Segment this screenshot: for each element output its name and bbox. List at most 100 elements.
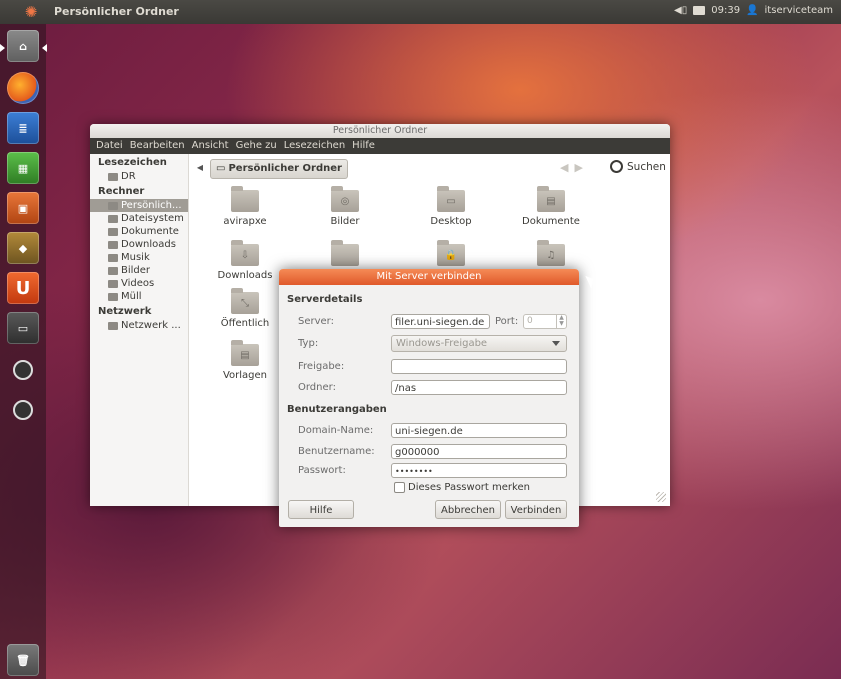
folder-item[interactable]: 🔒 bbox=[416, 240, 486, 270]
window-title: Persönlicher Ordner bbox=[90, 124, 670, 138]
sidebar-item-videos[interactable]: Videos bbox=[90, 277, 188, 290]
breadcrumb-left-icon[interactable]: ◀ bbox=[194, 160, 206, 176]
sidebar-item-network[interactable]: Netzwerk ... bbox=[90, 319, 188, 332]
firefox-icon[interactable] bbox=[7, 72, 39, 104]
downloads-folder-icon: ⇩ bbox=[231, 240, 259, 266]
menu-gehe-zu[interactable]: Gehe zu bbox=[236, 138, 277, 154]
password-input[interactable]: •••••••• bbox=[391, 463, 567, 478]
software-center-icon[interactable]: ◆ bbox=[7, 232, 39, 264]
sidebar-item-home[interactable]: Persönlich... bbox=[90, 199, 188, 212]
type-label: Typ: bbox=[298, 338, 319, 349]
nav-arrows: ◀▶ bbox=[560, 161, 589, 174]
remember-password-checkbox[interactable]: Dieses Passwort merken bbox=[394, 482, 530, 493]
spinner-arrows-icon[interactable]: ▲ ▼ bbox=[556, 315, 566, 328]
folder-item[interactable] bbox=[310, 240, 380, 270]
magnifier-icon[interactable] bbox=[7, 354, 39, 386]
sidebar-item-documents[interactable]: Dokumente bbox=[90, 225, 188, 238]
help-button[interactable]: Hilfe bbox=[288, 500, 354, 519]
ubuntu-one-icon[interactable]: U bbox=[7, 272, 39, 304]
forward-arrow-icon[interactable]: ▶ bbox=[574, 161, 588, 174]
user-name[interactable]: itserviceteam bbox=[765, 5, 833, 16]
music-folder-icon: ♫ bbox=[537, 240, 565, 266]
impress-icon[interactable]: ▣ bbox=[7, 192, 39, 224]
section-user-details: Benutzerangaben bbox=[287, 404, 387, 415]
folder-icon bbox=[108, 266, 118, 275]
home-icon bbox=[108, 201, 118, 210]
sidebar-item-trash[interactable]: Müll bbox=[90, 290, 188, 303]
folder-item[interactable]: ⇩ Downloads bbox=[210, 240, 280, 281]
sidebar-item-downloads[interactable]: Downloads bbox=[90, 238, 188, 251]
desktop-folder-icon: ▭ bbox=[437, 186, 465, 212]
sidebar-item-pictures[interactable]: Bilder bbox=[90, 264, 188, 277]
home-folder-icon[interactable]: ⌂ bbox=[7, 30, 39, 62]
launcher: ⌂ ≣ ▦ ▣ ◆ U ▭ 🗑 bbox=[0, 24, 47, 679]
dialog-title: Mit Server verbinden bbox=[279, 269, 579, 285]
folder-item[interactable]: ⤡ Öffentlich bbox=[210, 288, 280, 329]
folder-item[interactable]: ◎ Bilder bbox=[310, 186, 380, 227]
port-label: Port: bbox=[495, 316, 519, 327]
folder-item[interactable]: ♫ bbox=[516, 240, 586, 270]
share-label: Freigabe: bbox=[298, 361, 345, 372]
folder-icon bbox=[108, 240, 118, 249]
magnifier-settings-icon[interactable] bbox=[7, 394, 39, 426]
folder-input[interactable]: /nas bbox=[391, 380, 567, 395]
search-button[interactable]: Suchen bbox=[610, 160, 666, 173]
calc-icon[interactable]: ▦ bbox=[7, 152, 39, 184]
port-spinner[interactable]: 0 ▲ ▼ bbox=[523, 314, 567, 329]
folder-item[interactable]: avirapxe bbox=[210, 186, 280, 227]
resize-grip[interactable] bbox=[656, 492, 666, 502]
sidebar-item-music[interactable]: Musik bbox=[90, 251, 188, 264]
menu-datei[interactable]: Datei bbox=[96, 138, 123, 154]
folder-icon bbox=[231, 186, 259, 212]
server-input[interactable]: filer.uni-siegen.de bbox=[391, 314, 490, 329]
server-label: Server: bbox=[298, 316, 334, 327]
drive-icon bbox=[108, 214, 118, 223]
public-folder-icon: ⤡ bbox=[231, 288, 259, 314]
share-input[interactable] bbox=[391, 359, 567, 374]
network-icon bbox=[108, 321, 118, 330]
checkbox-icon[interactable] bbox=[394, 482, 405, 493]
chevron-down-icon bbox=[552, 341, 560, 346]
back-arrow-icon[interactable]: ◀ bbox=[560, 161, 574, 174]
username-input[interactable]: g000000 bbox=[391, 444, 567, 459]
volume-icon[interactable]: ◀▯ bbox=[674, 5, 687, 16]
menu-lesezeichen[interactable]: Lesezeichen bbox=[284, 138, 345, 154]
sidebar-item-filesystem[interactable]: Dateisystem bbox=[90, 212, 188, 225]
top-panel: ✺ Persönlicher Ordner ◀▯ 09:39 👤 itservi… bbox=[0, 0, 841, 24]
sidebar-header-network: Netzwerk bbox=[98, 306, 152, 317]
connect-button[interactable]: Verbinden bbox=[505, 500, 567, 519]
music-folder-icon bbox=[331, 240, 359, 266]
templates-folder-icon: ▤ bbox=[231, 340, 259, 366]
menu-bearbeiten[interactable]: Bearbeiten bbox=[130, 138, 185, 154]
menu-hilfe[interactable]: Hilfe bbox=[352, 138, 375, 154]
workspace-switcher-icon[interactable]: ▭ bbox=[7, 312, 39, 344]
type-select[interactable]: Windows-Freigabe bbox=[391, 335, 567, 352]
domain-input[interactable]: uni-siegen.de bbox=[391, 423, 567, 438]
folder-icon bbox=[108, 227, 118, 236]
search-icon bbox=[610, 160, 623, 173]
writer-icon[interactable]: ≣ bbox=[7, 112, 39, 144]
user-icon[interactable]: 👤 bbox=[746, 5, 758, 16]
folder-item[interactable]: ▭ Desktop bbox=[416, 186, 486, 227]
mail-icon[interactable] bbox=[693, 6, 706, 15]
password-label: Passwort: bbox=[298, 465, 346, 476]
trash-icon[interactable]: 🗑 bbox=[7, 644, 39, 676]
breadcrumb-home[interactable]: ▭ Persönlicher Ordner bbox=[210, 159, 348, 179]
domain-label: Domain-Name: bbox=[298, 425, 374, 436]
folder-icon bbox=[108, 172, 118, 181]
cancel-button[interactable]: Abbrechen bbox=[435, 500, 501, 519]
sidebar-item-dr[interactable]: DR bbox=[90, 170, 188, 183]
ubuntu-logo-icon[interactable]: ✺ bbox=[22, 3, 40, 21]
documents-folder-icon: ▤ bbox=[537, 186, 565, 212]
locked-folder-icon: 🔒 bbox=[437, 240, 465, 266]
indicator-area: ◀▯ 09:39 👤 itserviceteam bbox=[674, 5, 833, 16]
section-server-details: Serverdetails bbox=[287, 294, 363, 305]
clock[interactable]: 09:39 bbox=[711, 5, 740, 16]
menu-ansicht[interactable]: Ansicht bbox=[192, 138, 229, 154]
folder-item[interactable]: ▤ Vorlagen bbox=[210, 340, 280, 381]
username-label: Benutzername: bbox=[298, 446, 375, 457]
folder-item[interactable]: ▤ Dokumente bbox=[516, 186, 586, 227]
sidebar-header-bookmarks: Lesezeichen bbox=[98, 157, 167, 168]
active-window-title: Persönlicher Ordner bbox=[54, 5, 179, 18]
menu-bar: Datei Bearbeiten Ansicht Gehe zu Lesezei… bbox=[90, 138, 670, 154]
